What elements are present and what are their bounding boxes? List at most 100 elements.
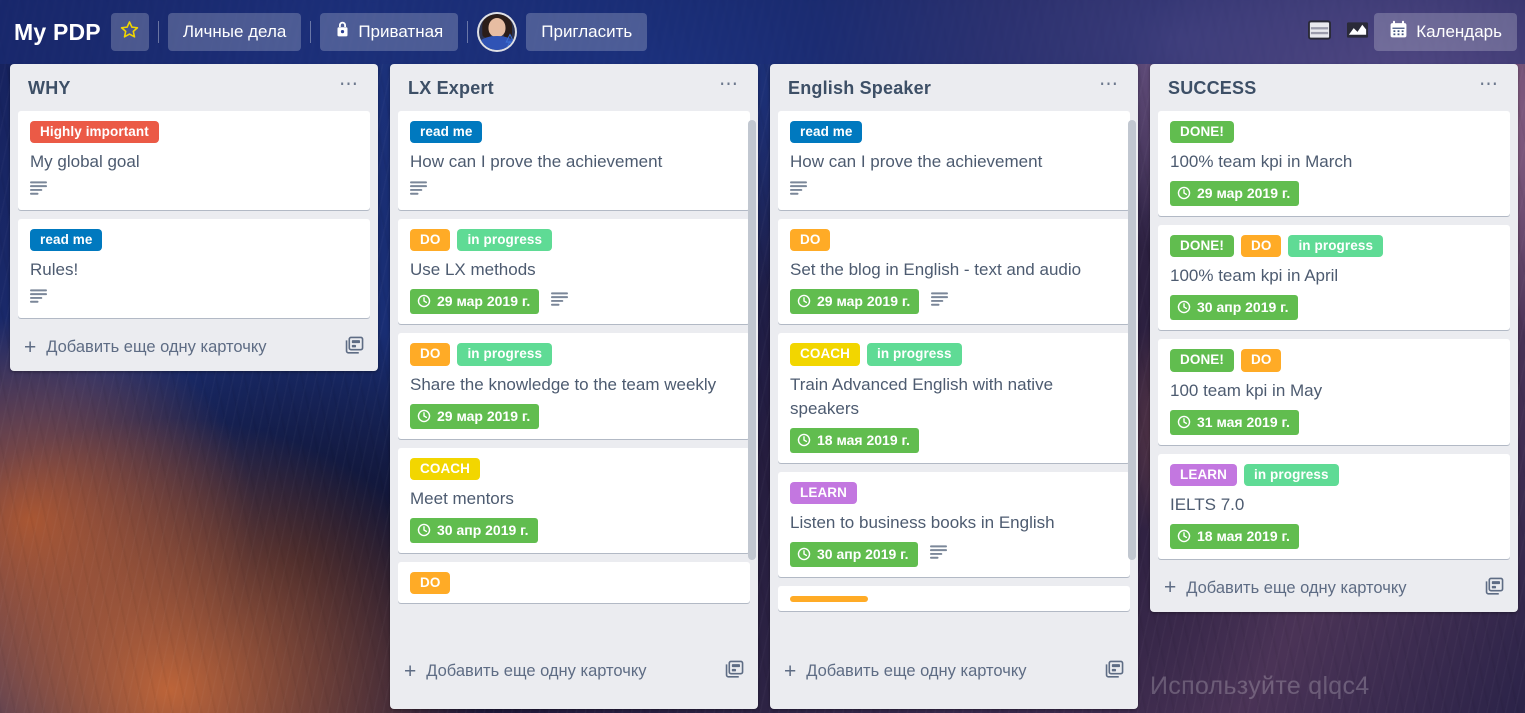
- list-menu-icon[interactable]: ⋯: [1476, 75, 1502, 98]
- plus-icon: +: [404, 659, 417, 683]
- card-label[interactable]: in progress: [1288, 235, 1384, 258]
- add-card-button[interactable]: + Добавить еще одну карточку: [404, 659, 647, 683]
- card-title: 100% team kpi in March: [1170, 152, 1353, 172]
- board-card[interactable]: DO in progress Use LX methods 29 мар 2019 г…: [398, 219, 750, 325]
- card-labels: read me: [410, 121, 740, 144]
- card-label[interactable]: COACH: [790, 343, 860, 366]
- lock-icon: [335, 21, 350, 43]
- due-date-text: 29 мар 2019 г.: [437, 293, 531, 310]
- card-label[interactable]: DONE!: [1170, 121, 1234, 144]
- card-label[interactable]: [790, 596, 868, 603]
- board-card[interactable]: DO Set the blog in English - text and aud…: [778, 219, 1130, 325]
- board-card[interactable]: read me Rules!: [18, 219, 370, 319]
- card-label[interactable]: COACH: [410, 457, 480, 480]
- card-label[interactable]: in progress: [457, 229, 553, 252]
- due-date-badge[interactable]: 29 мар 2019 г.: [410, 289, 540, 315]
- calendar-button[interactable]: Календарь: [1374, 13, 1517, 51]
- board-list: English Speaker ⋯ read me How can I prove t…: [770, 64, 1138, 709]
- card-label[interactable]: in progress: [1244, 463, 1339, 486]
- board-card[interactable]: LEARN Listen to business books in English…: [778, 471, 1130, 578]
- chart-view-button[interactable]: [1340, 15, 1374, 49]
- avatar-badge-icon: △ △: [505, 32, 515, 51]
- card-template-icon[interactable]: [725, 660, 744, 683]
- due-date-text: 29 мар 2019 г.: [437, 407, 531, 424]
- board-lists-container: WHY ⋯ Highly important My global goal read m…: [0, 64, 1525, 713]
- clock-icon: [1177, 529, 1191, 543]
- add-card-row: + Добавить еще одну карточку: [1150, 568, 1518, 612]
- visibility-button[interactable]: Приватная: [320, 13, 459, 51]
- card-template-icon[interactable]: [1105, 660, 1124, 683]
- list-title[interactable]: SUCCESS: [1168, 78, 1256, 99]
- card-label[interactable]: DO: [790, 229, 831, 252]
- card-badges: 31 мая 2019 г.: [1170, 409, 1500, 435]
- card-labels: LEARN: [790, 481, 1120, 504]
- board-card[interactable]: read me How can I prove the achievement: [778, 111, 1130, 211]
- add-card-button[interactable]: + Добавить еще одну карточку: [24, 337, 267, 358]
- card-label[interactable]: DO: [410, 229, 451, 252]
- board-view-button[interactable]: [1302, 15, 1336, 49]
- add-card-label: Добавить еще одну карточку: [46, 338, 267, 357]
- due-date-badge[interactable]: 30 апр 2019 г.: [410, 517, 538, 543]
- list-title[interactable]: WHY: [28, 78, 71, 99]
- due-date-badge[interactable]: 29 мар 2019 г.: [790, 289, 920, 315]
- board-card[interactable]: [778, 586, 1130, 612]
- visibility-label: Приватная: [358, 22, 444, 41]
- due-date-badge[interactable]: 31 мая 2019 г.: [1170, 409, 1299, 435]
- card-template-icon[interactable]: [345, 336, 364, 359]
- card-label[interactable]: Highly important: [30, 121, 159, 144]
- add-card-button[interactable]: + Добавить еще одну карточку: [1164, 577, 1407, 598]
- list-menu-icon[interactable]: ⋯: [716, 75, 742, 98]
- board-card[interactable]: DO: [398, 561, 750, 604]
- list-scrollbar[interactable]: [1128, 120, 1136, 560]
- list-title[interactable]: LX Expert: [408, 78, 494, 99]
- card-template-icon[interactable]: [1485, 577, 1504, 600]
- due-date-text: 30 апр 2019 г.: [1197, 299, 1289, 316]
- card-label[interactable]: read me: [410, 121, 483, 144]
- clock-icon: [417, 294, 431, 308]
- list-title[interactable]: English Speaker: [788, 78, 931, 99]
- board-card[interactable]: DO in progress Share the knowledge to the …: [398, 333, 750, 439]
- list-scrollbar[interactable]: [748, 120, 756, 560]
- star-button[interactable]: [110, 13, 149, 51]
- board-card[interactable]: COACH in progress Train Advanced English w…: [778, 333, 1130, 463]
- card-title: Meet mentors: [410, 488, 514, 508]
- board-card[interactable]: DONE! DO 100 team kpi in May 31 мая 2019 г.: [1158, 339, 1510, 445]
- due-date-badge[interactable]: 18 мая 2019 г.: [790, 427, 919, 453]
- card-label[interactable]: DONE!: [1170, 349, 1234, 372]
- list-menu-icon[interactable]: ⋯: [1096, 75, 1122, 98]
- card-label[interactable]: read me: [30, 229, 103, 252]
- due-date-badge[interactable]: 29 мар 2019 г.: [1170, 181, 1300, 207]
- add-card-button[interactable]: + Добавить еще одну карточку: [784, 661, 1027, 682]
- card-label[interactable]: DO: [410, 343, 451, 366]
- workspace-button[interactable]: Личные дела: [167, 13, 302, 51]
- card-label[interactable]: LEARN: [1170, 463, 1237, 486]
- card-label[interactable]: LEARN: [790, 481, 857, 504]
- add-card-row: + Добавить еще одну карточку: [770, 651, 1138, 695]
- chart-view-icon: [1346, 21, 1369, 44]
- list-menu-icon[interactable]: ⋯: [336, 75, 362, 98]
- card-label[interactable]: DONE!: [1170, 235, 1234, 258]
- board-card[interactable]: DONE! 100% team kpi in March 29 мар 2019 г…: [1158, 111, 1510, 217]
- board-card[interactable]: Highly important My global goal: [18, 111, 370, 211]
- due-date-badge[interactable]: 29 мар 2019 г.: [410, 403, 540, 429]
- card-label[interactable]: DO: [1241, 349, 1282, 372]
- card-label[interactable]: DO: [1241, 235, 1282, 258]
- card-label[interactable]: DO: [410, 571, 451, 595]
- clock-icon: [417, 523, 431, 537]
- description-icon: [551, 292, 569, 311]
- board-card[interactable]: read me How can I prove the achievement: [398, 111, 750, 211]
- card-title: My global goal: [30, 152, 140, 172]
- invite-button[interactable]: Пригласить: [526, 13, 648, 51]
- due-date-badge[interactable]: 30 апр 2019 г.: [1170, 295, 1298, 321]
- card-label[interactable]: in progress: [867, 343, 962, 366]
- due-date-badge[interactable]: 18 мая 2019 г.: [1170, 523, 1299, 549]
- avatar[interactable]: △ △: [477, 12, 518, 52]
- board-header: My PDP Личные дела Приватная △ △ Пригласи…: [0, 0, 1525, 64]
- card-labels: DONE!: [1170, 121, 1500, 144]
- due-date-badge[interactable]: 30 апр 2019 г.: [790, 542, 918, 568]
- board-card[interactable]: LEARN in progress IELTS 7.0 18 мая 2019 г.: [1158, 453, 1510, 559]
- card-label[interactable]: in progress: [457, 343, 553, 366]
- card-label[interactable]: read me: [790, 121, 863, 144]
- board-card[interactable]: DONE! DO in progress 100% team kpi in April…: [1158, 225, 1510, 331]
- board-card[interactable]: COACH Meet mentors 30 апр 2019 г.: [398, 447, 750, 553]
